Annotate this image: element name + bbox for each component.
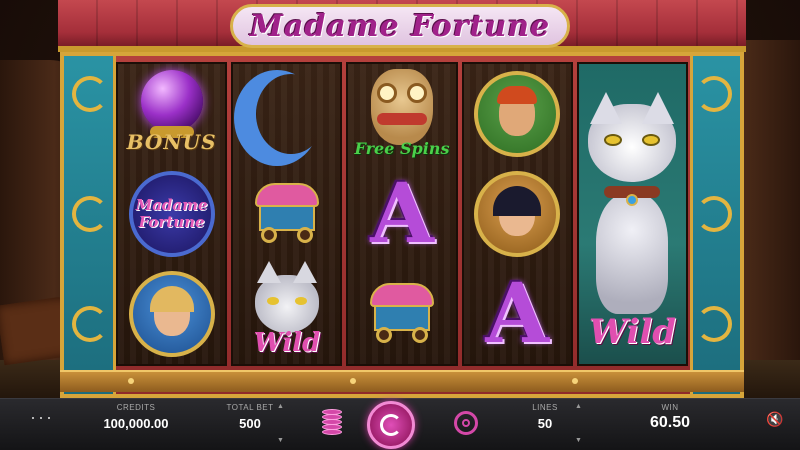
cat-head-icon	[254, 261, 319, 333]
rivet	[350, 378, 356, 384]
lines-down-arrow-icon[interactable]: ▼	[575, 437, 582, 444]
symbol-bonus: BONUS	[122, 68, 222, 160]
logo-medallion: Madame Fortune	[128, 171, 215, 257]
reel-5-expanded-wild: Wild	[576, 62, 689, 366]
gypsy-wagon-icon	[249, 183, 325, 245]
total-bet-display[interactable]: TOTAL BET 500	[220, 403, 280, 431]
autoplay-button[interactable]	[454, 411, 478, 435]
owl-icon	[371, 69, 433, 145]
cat-eye	[266, 297, 279, 305]
scroll-ornament	[72, 306, 108, 342]
letter-a: A	[485, 266, 550, 362]
total-bet-value: 500	[239, 416, 261, 431]
symbol-letter-a: A	[467, 266, 567, 362]
letter-a: A	[370, 166, 434, 262]
face-icon	[149, 286, 194, 336]
cat-eye	[604, 134, 623, 146]
autoplay-icon	[462, 419, 470, 427]
win-label: WIN	[661, 403, 679, 412]
hair-icon	[149, 286, 194, 312]
crescent-moon-icon	[252, 74, 322, 154]
lines-label: LINES	[532, 403, 558, 412]
wheel-icon	[296, 227, 313, 243]
fortune-teller-portrait	[128, 271, 215, 357]
scroll-ornament	[72, 196, 108, 232]
face-icon	[497, 86, 538, 136]
cat-head	[588, 92, 677, 182]
owl-scarf	[377, 113, 427, 125]
symbol-wagon	[237, 168, 337, 260]
magician-portrait	[474, 71, 561, 157]
logo-line-1: Madame	[135, 196, 208, 214]
credits-value: 100,000.00	[103, 416, 169, 431]
symbol-wagon	[352, 268, 452, 360]
win-value: 60.50	[649, 414, 691, 431]
hair-icon	[493, 186, 542, 216]
symbol-letter-a: A	[352, 166, 452, 262]
menu-button[interactable]: ···	[30, 407, 54, 428]
credits-label: CREDITS	[116, 403, 156, 412]
speaker-muted-icon[interactable]: 🔇	[766, 411, 783, 428]
symbol-magician	[467, 68, 567, 160]
gypsy-woman-portrait	[474, 171, 561, 257]
spin-button[interactable]	[367, 401, 415, 449]
coins-icon[interactable]	[322, 409, 342, 437]
cat-eye	[642, 134, 661, 146]
owl-eye	[407, 83, 427, 103]
wheel-icon	[260, 227, 277, 243]
lines-display[interactable]: LINES 50	[520, 403, 570, 431]
hair-icon	[497, 86, 538, 104]
wild-label: Wild	[253, 328, 321, 358]
lines-value: 50	[537, 416, 553, 431]
symbol-gypsy-woman	[467, 168, 567, 260]
cat-eye	[294, 297, 307, 305]
symbol-free-spins: Free Spins	[352, 68, 452, 160]
rivet	[128, 378, 134, 384]
control-bar: ··· CREDITS 100,000.00 TOTAL BET 500 ▲ ▼…	[0, 398, 800, 450]
total-bet-label: TOTAL BET	[226, 403, 274, 412]
wagon-top	[370, 283, 434, 307]
scroll-ornament	[72, 76, 108, 112]
bet-up-arrow-icon[interactable]: ▲	[277, 403, 284, 410]
scroll-ornament	[696, 196, 732, 232]
reel-2: Wild	[231, 62, 343, 366]
wild-cat-icon	[582, 92, 682, 324]
bet-down-arrow-icon[interactable]: ▼	[277, 437, 284, 444]
cat-ear	[590, 92, 623, 124]
free-spins-label: Free Spins	[354, 139, 450, 158]
credits-display: CREDITS 100,000.00	[96, 403, 176, 431]
reel-4: A	[461, 62, 573, 366]
wagon-bottom-beam	[60, 370, 744, 392]
reel-3: Free Spins A	[346, 62, 458, 366]
symbol-wild-cat: Wild	[237, 261, 337, 360]
reels-grid: BONUS Madame Fortune Wild Free Spins A A…	[116, 62, 689, 366]
logo-text: Madame Fortune	[136, 197, 208, 231]
wagon-top	[254, 183, 319, 207]
lines-up-arrow-icon[interactable]: ▲	[575, 403, 582, 410]
gypsy-wagon-icon	[364, 283, 440, 345]
reel-1: BONUS Madame Fortune	[116, 62, 228, 366]
game-title-plate: Madame Fortune	[230, 4, 570, 48]
spin-arrow-icon	[380, 414, 402, 436]
owl-eye	[377, 83, 397, 103]
wheel-icon	[412, 327, 428, 343]
cat-ear	[642, 92, 675, 124]
coin	[322, 429, 342, 435]
scroll-ornament	[696, 306, 732, 342]
wild-label: Wild	[588, 312, 677, 352]
rivet	[572, 378, 578, 384]
scroll-ornament	[696, 76, 732, 112]
logo-line-2: Fortune	[138, 213, 205, 231]
face-icon	[493, 186, 542, 236]
cat-body	[596, 194, 669, 314]
wheel-icon	[376, 327, 392, 343]
symbol-fortune-teller	[122, 268, 222, 360]
collar-gem-icon	[626, 194, 639, 206]
win-display: WIN 60.50	[640, 403, 700, 432]
game-title: Madame Fortune	[249, 8, 551, 44]
symbol-logo: Madame Fortune	[122, 168, 222, 260]
symbol-moon	[237, 68, 337, 160]
crystal-ball-icon	[140, 70, 203, 132]
bonus-label: BONUS	[126, 130, 217, 154]
